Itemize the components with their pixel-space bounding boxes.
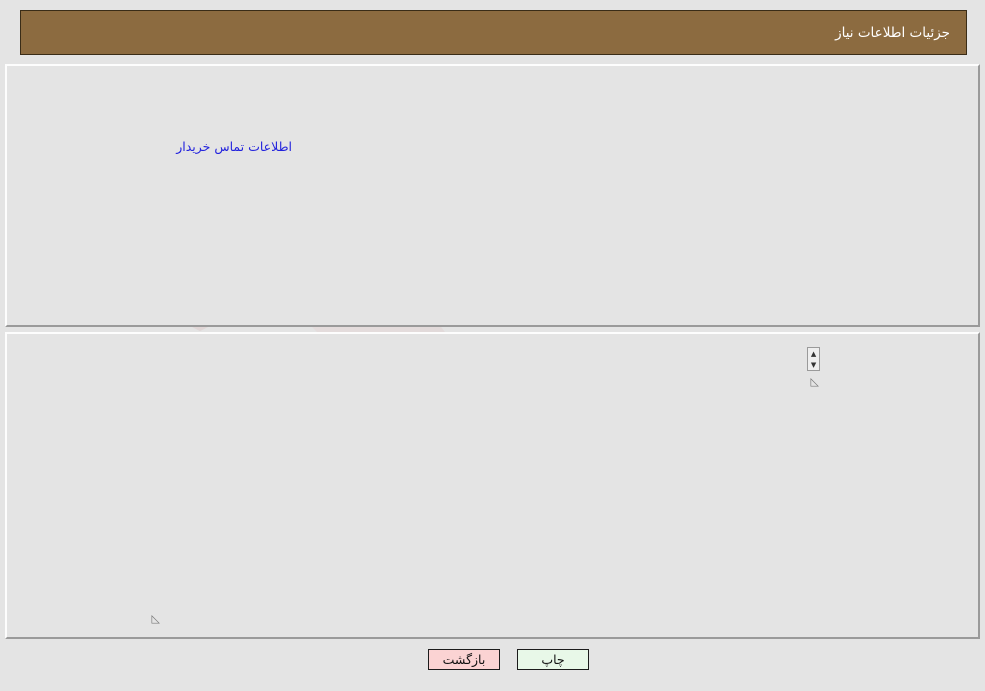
page-title: جزئیات اطلاعات نیاز [835,24,950,41]
description-scroll-spinner[interactable]: ▲ ▼ [807,347,820,371]
scroll-down-icon: ▼ [810,360,817,369]
page-header: جزئیات اطلاعات نیاز [20,10,967,55]
service-details-panel [5,332,980,639]
buyer-contact-link[interactable]: اطلاعات تماس خریدار [176,139,292,154]
scroll-up-icon: ▲ [810,349,817,358]
back-button[interactable]: بازگشت [428,649,500,670]
page-root: AriaTender.net جزئیات اطلاعات نیاز شماره… [0,0,985,691]
print-button[interactable]: چاپ [517,649,589,670]
need-info-panel [5,64,980,327]
